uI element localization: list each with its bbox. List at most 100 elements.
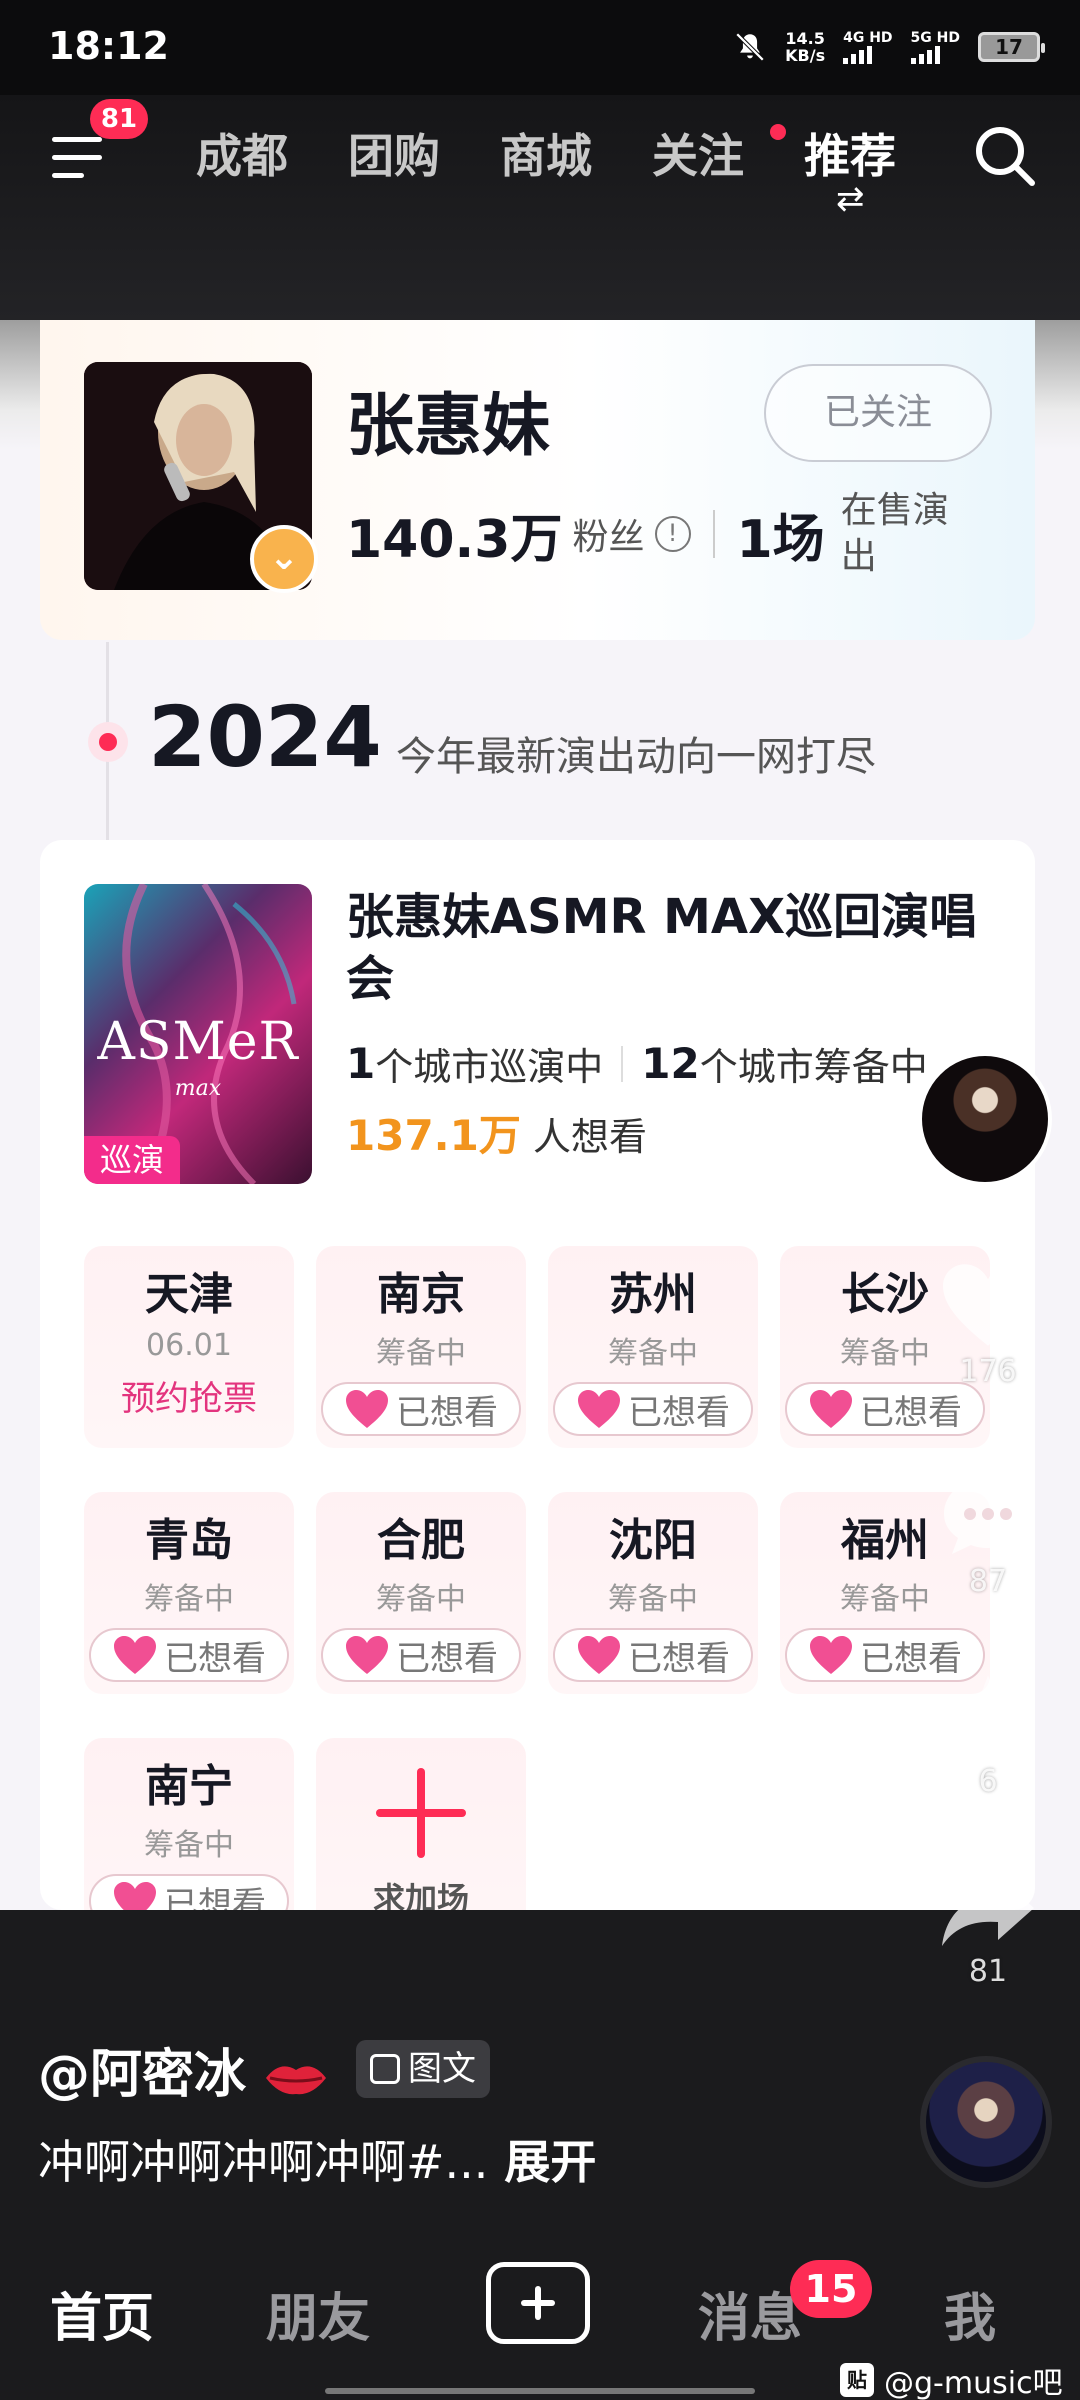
status-time: 18:12 bbox=[48, 24, 169, 68]
shows-label: 在售演出 bbox=[840, 490, 949, 577]
want-to-see-label: 已想看 bbox=[860, 1392, 962, 1433]
city-card-hefei[interactable]: 合肥 筹备中 已想看 bbox=[316, 1492, 526, 1694]
tab-messages[interactable]: 消息 bbox=[698, 2276, 802, 2351]
want-to-see-button[interactable]: 已想看 bbox=[321, 1628, 521, 1682]
want-to-see-label: 已想看 bbox=[396, 1638, 498, 1679]
city-name: 苏州 bbox=[609, 1269, 697, 1320]
want-to-see-button[interactable]: 已想看 bbox=[785, 1382, 985, 1436]
add-show-card[interactable]: 求加场 bbox=[316, 1738, 526, 1910]
like-count: 176 bbox=[959, 1354, 1017, 1389]
city-card-nanjing[interactable]: 南京 筹备中 已想看 bbox=[316, 1246, 526, 1448]
city-name: 南宁 bbox=[145, 1761, 233, 1812]
tour-title[interactable]: 张惠妹ASMR MAX巡回演唱会 bbox=[346, 886, 1006, 1010]
city-card-shenyang[interactable]: 沈阳 筹备中 已想看 bbox=[548, 1492, 758, 1694]
artist-card[interactable]: ⌄ 张惠妹 已关注 140.3万 粉丝 ! 1场 在售演出 bbox=[40, 320, 1035, 640]
share-icon bbox=[942, 1876, 1034, 1946]
want-to-see-button[interactable]: 已想看 bbox=[321, 1382, 521, 1436]
home-indicator[interactable] bbox=[325, 2388, 755, 2394]
heart-icon bbox=[578, 1636, 620, 1674]
poster-subtitle: max bbox=[174, 1076, 222, 1101]
heart-icon bbox=[810, 1390, 852, 1428]
share-button[interactable]: 81 bbox=[928, 1870, 1048, 1989]
image-text-label: 图文 bbox=[408, 2049, 476, 2089]
tour-poster[interactable]: ASMeR max 巡演 bbox=[84, 884, 312, 1184]
want-to-see-label: 已想看 bbox=[628, 1392, 730, 1433]
preparing-count: 12 bbox=[641, 1039, 700, 1088]
tab-home[interactable]: 首页 bbox=[50, 2276, 154, 2351]
like-button[interactable]: 176 bbox=[928, 1260, 1048, 1389]
expand-link[interactable]: 展开 bbox=[504, 2135, 596, 2189]
creator-avatar[interactable] bbox=[918, 1052, 1052, 1186]
want-to-see-label: 已想看 bbox=[164, 1638, 266, 1679]
sim2-signal: 5G HD bbox=[910, 30, 960, 64]
author-handle: @阿密冰 bbox=[38, 2045, 247, 2105]
description-text: 冲啊冲啊冲啊冲啊#... bbox=[38, 2135, 489, 2189]
city-card-suzhou[interactable]: 苏州 筹备中 已想看 bbox=[548, 1246, 758, 1448]
tab-friends[interactable]: 朋友 bbox=[266, 2276, 370, 2351]
want-to-see-button[interactable]: 已想看 bbox=[553, 1382, 753, 1436]
city-date: 06.01 bbox=[146, 1328, 232, 1363]
tab-chengdu[interactable]: 成都 bbox=[196, 120, 348, 186]
city-status: 筹备中 bbox=[608, 1336, 698, 1371]
create-post-button[interactable] bbox=[486, 2262, 590, 2344]
follow-button[interactable]: 已关注 bbox=[764, 364, 992, 462]
want-to-see-label: 已想看 bbox=[628, 1638, 730, 1679]
add-show-label: 求加场 bbox=[372, 1880, 469, 1910]
music-disc[interactable] bbox=[920, 2056, 1052, 2188]
info-icon[interactable]: ! bbox=[654, 516, 691, 552]
shows-count: 1场 bbox=[736, 509, 825, 570]
verified-icon: ⌄ bbox=[250, 525, 318, 593]
tab-group-buy[interactable]: 团购 bbox=[348, 120, 500, 186]
heart-icon bbox=[578, 1390, 620, 1428]
author-name[interactable]: @阿密冰 bbox=[38, 2032, 328, 2107]
comment-button[interactable]: 87 bbox=[928, 1470, 1048, 1599]
want-to-see-button[interactable]: 已想看 bbox=[553, 1628, 753, 1682]
tieba-logo-icon: 贴 bbox=[840, 2363, 874, 2397]
heart-icon bbox=[810, 1636, 852, 1674]
plus-icon bbox=[376, 1768, 466, 1858]
city-name: 青岛 bbox=[145, 1515, 233, 1566]
city-name: 天津 bbox=[145, 1269, 233, 1320]
want-to-see-button[interactable]: 已想看 bbox=[89, 1874, 289, 1910]
city-status: 筹备中 bbox=[376, 1336, 466, 1371]
tour-city-counts: 1 个城市巡演中 12 个城市筹备中 bbox=[346, 1036, 928, 1091]
menu-badge: 81 bbox=[90, 99, 148, 139]
city-status: 筹备中 bbox=[144, 1828, 234, 1863]
swap-icon[interactable]: ⇄ bbox=[836, 179, 865, 219]
tab-following[interactable]: 关注 bbox=[652, 120, 804, 186]
city-card-qingdao[interactable]: 青岛 筹备中 已想看 bbox=[84, 1492, 294, 1694]
tour-card[interactable]: ASMeR max 巡演 张惠妹ASMR MAX巡回演唱会 1 个城市巡演中 1… bbox=[40, 840, 1035, 1910]
search-button[interactable] bbox=[972, 123, 1038, 189]
tab-mall[interactable]: 商城 bbox=[500, 120, 652, 186]
image-text-icon bbox=[370, 2054, 400, 2084]
status-icons: 14.5 KB/s 4G HD 5G HD 17 bbox=[733, 30, 1045, 64]
heart-icon bbox=[346, 1390, 388, 1428]
tab-recommend[interactable]: 推荐 bbox=[804, 120, 956, 186]
favorite-count: 6 bbox=[978, 1764, 998, 1799]
preparing-label: 个城市筹备中 bbox=[699, 1045, 928, 1089]
heart-icon bbox=[346, 1636, 388, 1674]
city-card-tianjin[interactable]: 天津 06.01 预约抢票 bbox=[84, 1246, 294, 1448]
signal-bars-icon bbox=[843, 46, 873, 64]
comment-icon bbox=[944, 1478, 1032, 1554]
lips-icon bbox=[266, 2066, 327, 2095]
image-text-tag[interactable]: 图文 bbox=[356, 2040, 490, 2098]
artist-name[interactable]: 张惠妹 bbox=[346, 370, 550, 469]
timeline-description: 今年最新演出动向一网打尽 bbox=[396, 734, 876, 780]
city-name: 沈阳 bbox=[609, 1515, 697, 1566]
tab-following-label: 关注 bbox=[652, 129, 744, 183]
want-to-see-button[interactable]: 已想看 bbox=[89, 1628, 289, 1682]
messages-badge: 15 bbox=[790, 2260, 872, 2318]
heart-icon bbox=[114, 1882, 156, 1910]
tab-me[interactable]: 我 bbox=[944, 2276, 996, 2351]
fans-count: 140.3万 bbox=[346, 509, 563, 570]
favorite-button[interactable]: 6 bbox=[928, 1670, 1048, 1799]
timeline-year: 2024 bbox=[148, 688, 382, 786]
watermark-text: @g-music吧 bbox=[884, 2366, 1063, 2400]
book-ticket-button[interactable]: 预约抢票 bbox=[84, 1371, 294, 1420]
city-card-nanning[interactable]: 南宁 筹备中 已想看 bbox=[84, 1738, 294, 1910]
top-nav: 81 成都 团购 商城 关注 推荐 ⇄ bbox=[0, 95, 1080, 320]
touring-label: 个城市巡演中 bbox=[375, 1045, 604, 1089]
heart-icon bbox=[943, 1264, 1033, 1346]
signal-bars-icon bbox=[910, 46, 940, 64]
